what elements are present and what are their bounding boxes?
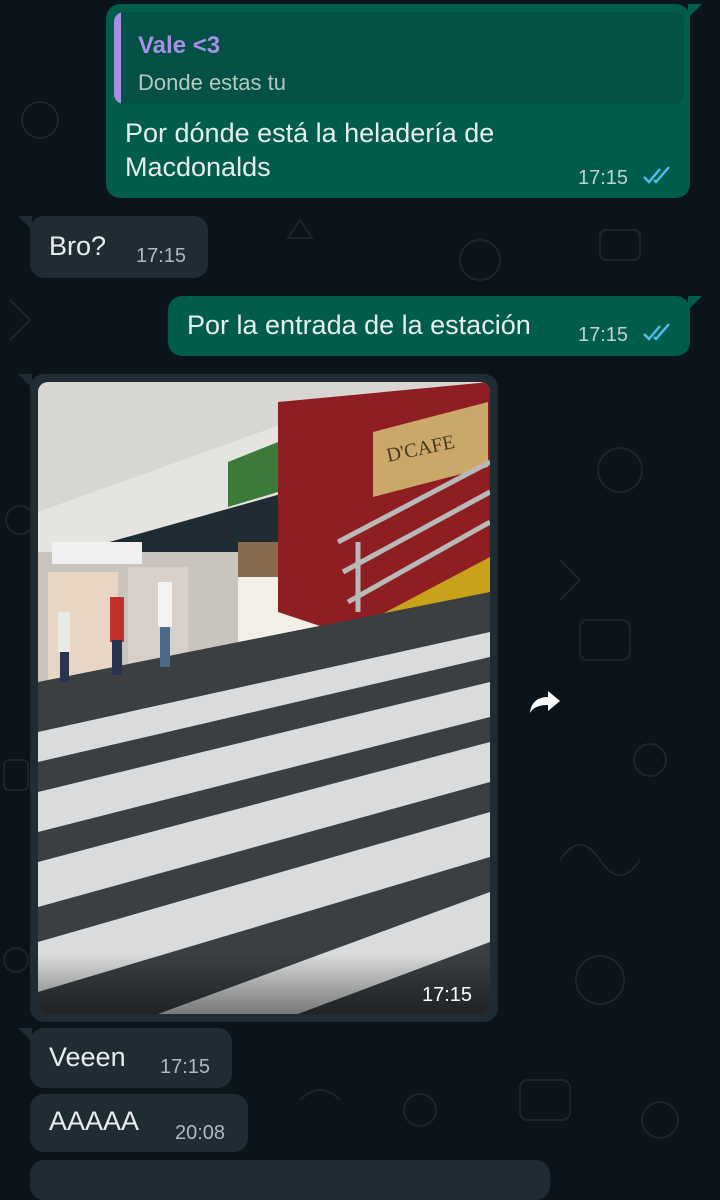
forward-button[interactable] <box>525 682 565 722</box>
quote-author: Vale <3 <box>138 32 221 59</box>
message-text: Bro? <box>49 231 107 261</box>
message-text: Por la entrada de la estación <box>187 310 531 340</box>
message-time: 17:15 <box>160 1056 211 1078</box>
message-text: Veeen <box>49 1042 126 1072</box>
message-time: 17:15 <box>578 167 629 189</box>
quote-accent-bar <box>114 12 121 104</box>
message-incoming[interactable]: AAAAA 20:08 <box>30 1094 248 1152</box>
message-text: AAAAA <box>49 1106 140 1136</box>
message-incoming-partial[interactable] <box>30 1160 550 1200</box>
message-outgoing[interactable]: Por la entrada de la estación 17:15 <box>168 296 690 356</box>
quote-text: Donde estas tu <box>138 70 286 95</box>
photo-time: 17:15 <box>422 984 473 1006</box>
bubble-tail <box>688 4 702 18</box>
message-text-line: Por dónde está la heladería de <box>125 118 495 148</box>
mall-entrance-photo: D'CAFE <box>38 382 490 1014</box>
quoted-message[interactable]: Vale <3 Donde estas tu <box>114 12 684 104</box>
message-text: Por dónde está la heladería de Macdonald… <box>125 116 494 184</box>
message-time: 17:15 <box>578 324 629 346</box>
message-incoming[interactable]: Bro? 17:15 <box>30 216 208 278</box>
double-check-icon <box>643 323 670 341</box>
message-time: 17:15 <box>136 245 187 267</box>
message-text-line: Macdonalds <box>125 152 271 182</box>
message-outgoing-reply[interactable]: Vale <3 Donde estas tu Por dónde está la… <box>106 4 690 198</box>
message-incoming[interactable]: Veeen 17:15 <box>30 1028 232 1088</box>
message-photo[interactable]: D'CAFE 17:15 <box>38 382 490 1014</box>
bubble-tail <box>688 296 702 310</box>
double-check-icon <box>643 166 670 184</box>
forward-icon <box>530 691 560 713</box>
message-time: 20:08 <box>175 1122 226 1144</box>
